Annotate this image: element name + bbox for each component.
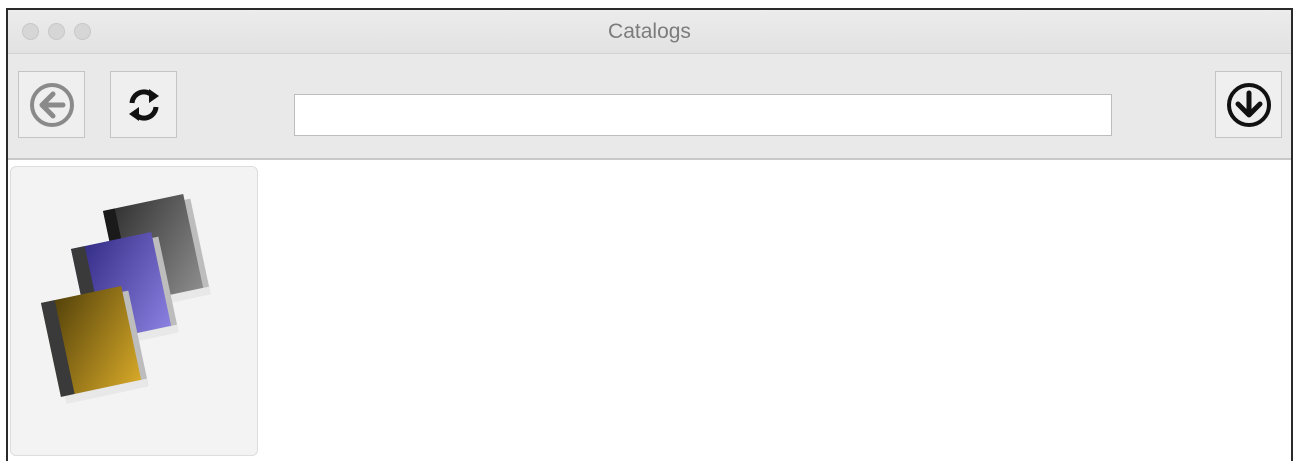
catalog-tile[interactable] (10, 166, 258, 456)
refresh-icon (128, 88, 159, 121)
toolbar (8, 54, 1291, 160)
search-input[interactable] (294, 94, 1112, 136)
back-button[interactable] (18, 71, 85, 138)
arrow-down-circle-icon (1226, 82, 1271, 127)
arrow-left-circle-icon (29, 82, 74, 127)
window-title: Catalogs (608, 20, 691, 43)
download-button[interactable] (1215, 71, 1282, 138)
catalog-grid (8, 160, 1291, 461)
refresh-button[interactable] (110, 71, 177, 138)
title-bar: Catalogs (8, 10, 1291, 54)
books-stack-icon (41, 193, 211, 404)
catalogs-window: Catalogs (6, 8, 1293, 461)
